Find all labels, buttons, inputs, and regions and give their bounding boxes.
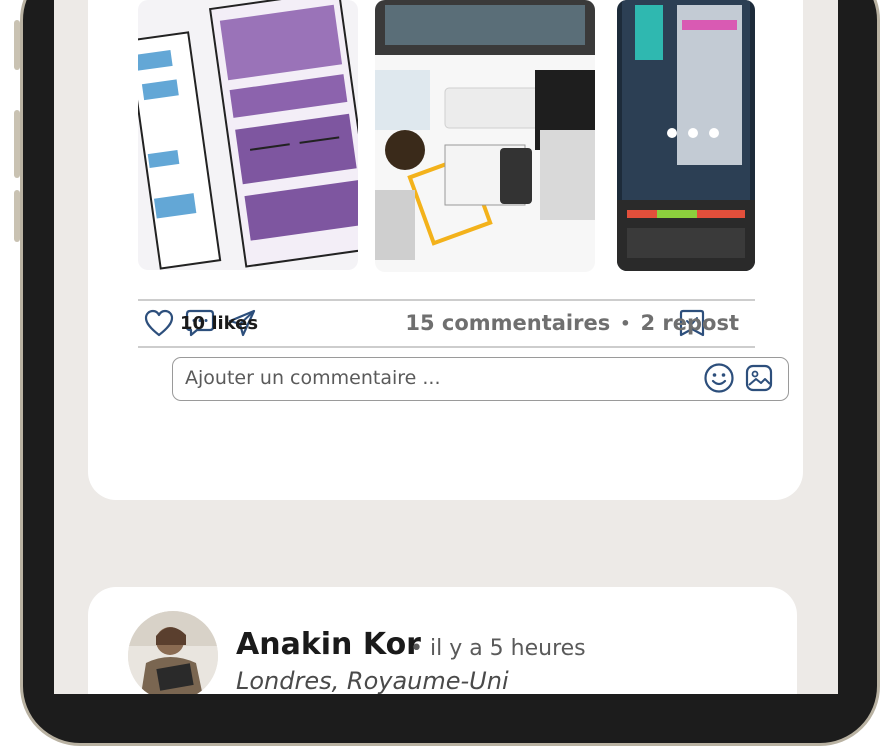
post-stats: 15 commentaires • 2 repost (405, 311, 739, 335)
carousel-dot[interactable] (688, 128, 698, 138)
post-card: 10 likes 15 commentaires • 2 repost (88, 0, 803, 500)
actions-top-divider (138, 299, 755, 301)
stats-separator: • (620, 313, 631, 333)
comment-box (172, 357, 789, 401)
reposts-count[interactable]: 2 repost (640, 311, 739, 335)
actions-bottom-divider (138, 346, 755, 348)
image-icon[interactable] (743, 362, 775, 394)
author-name[interactable]: Anakin Kor (236, 627, 421, 662)
smiley-icon[interactable] (703, 362, 735, 394)
next-post-card: Anakin Kor • il y a 5 heures Londres, Ro… (88, 587, 797, 694)
comment-input[interactable] (185, 366, 685, 390)
post-image-desk-setup[interactable] (375, 0, 595, 272)
heart-icon[interactable] (143, 307, 175, 339)
avatar[interactable] (128, 611, 218, 694)
likes-count[interactable]: 10 likes (180, 313, 258, 334)
post-time: • il y a 5 heures (410, 636, 586, 661)
post-image-laptop-design[interactable] (617, 0, 755, 271)
comments-count[interactable]: 15 commentaires (405, 311, 610, 335)
carousel-dot[interactable] (709, 128, 719, 138)
post-location[interactable]: Londres, Royaume-Uni (236, 667, 509, 694)
post-image-wireframe-sketch[interactable] (138, 0, 358, 270)
app-screen: 10 likes 15 commentaires • 2 repost Ajou… (54, 0, 838, 694)
carousel-dot[interactable] (667, 128, 677, 138)
carousel-dots[interactable] (667, 128, 719, 138)
